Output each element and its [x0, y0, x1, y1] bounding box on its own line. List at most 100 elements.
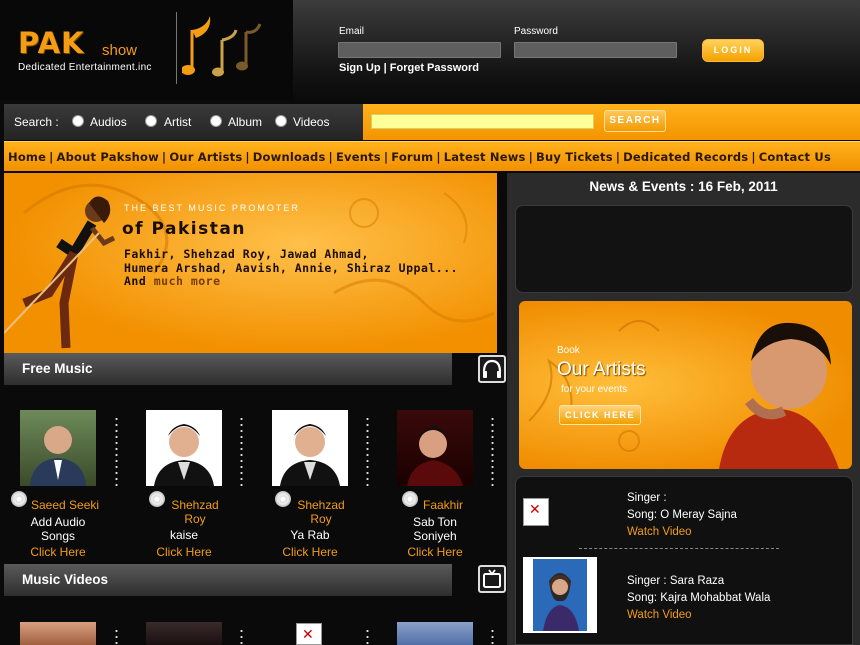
main-nav: Home | About Pakshow | Our Artists | Downloads… — [4, 141, 860, 171]
account-links: Sign Up | Forget Password — [339, 62, 479, 74]
video-entry-2: Singer : Sara Raza Song: Kajra Mohabbat … — [627, 573, 770, 624]
login-button[interactable]: LOGIN — [702, 39, 764, 62]
radio-artist[interactable] — [145, 115, 157, 127]
news-events-box — [515, 205, 853, 293]
radio-audios[interactable] — [72, 115, 84, 127]
thumbnail-shehzad-roy-2[interactable] — [272, 410, 348, 486]
search-label: Search : — [14, 115, 59, 129]
nav-forum[interactable]: Forum — [391, 150, 433, 164]
broken-image-icon[interactable] — [523, 498, 549, 526]
news-events-title: News & Events : 16 Feb, 2011 — [589, 179, 778, 194]
logo-divider — [176, 12, 177, 84]
tile-divider — [240, 416, 243, 486]
password-field[interactable] — [514, 42, 677, 58]
nav-latest-news[interactable]: Latest News — [444, 150, 526, 164]
email-field[interactable] — [338, 42, 501, 58]
tile-divider — [491, 416, 494, 486]
radio-label-album: Album — [228, 115, 263, 129]
tile-artist[interactable]: Shehzad Roy — [294, 498, 348, 526]
tile-click-here[interactable]: Click Here — [395, 545, 475, 559]
tv-icon[interactable] — [478, 565, 506, 593]
tile-click-here[interactable]: Click Here — [144, 545, 224, 559]
free-music-header: Free Music — [4, 353, 452, 385]
free-music-title: Free Music — [22, 361, 93, 376]
thumbnail-faakhir[interactable] — [397, 410, 473, 486]
book-title: Our Artists — [557, 359, 646, 380]
tile-artist[interactable]: Saeed Seeki — [31, 498, 111, 512]
signup-link[interactable]: Sign Up — [339, 62, 381, 74]
hero-more-link: much more — [153, 274, 221, 288]
cd-icon — [402, 491, 418, 507]
video-thumbnail[interactable] — [397, 622, 473, 645]
video-separator — [579, 548, 779, 549]
nav-events[interactable]: Events — [336, 150, 381, 164]
video-song: Song: Kajra Mohabbat Wala — [627, 592, 771, 604]
logo-tagline: Dedicated Entertainment.inc — [18, 62, 152, 73]
watch-video-link[interactable]: Watch Video — [627, 607, 770, 624]
broken-image-icon[interactable] — [296, 623, 322, 645]
nav-buy-tickets[interactable]: Buy Tickets — [536, 150, 613, 164]
password-label: Password — [514, 26, 558, 37]
tile-click-here[interactable]: Click Here — [270, 545, 350, 559]
watch-video-link[interactable]: Watch Video — [627, 524, 737, 541]
tile-divider — [491, 628, 494, 645]
video-thumbnail[interactable] — [146, 622, 222, 645]
right-column: News & Events : 16 Feb, 2011 Book Our Ar… — [507, 173, 860, 645]
video-song: Song: O Meray Sajna — [627, 509, 737, 521]
radio-videos[interactable] — [275, 115, 287, 127]
nav-contact-us[interactable]: Contact Us — [759, 150, 831, 164]
email-label: Email — [339, 26, 365, 37]
search-options: Search : Audios Artist Album Videos — [4, 104, 363, 140]
tile-song: kaise — [169, 528, 198, 542]
logo[interactable]: PAK show Dedicated Entertainment.inc — [0, 0, 293, 100]
thumbnail-shehzad-roy[interactable] — [146, 410, 222, 486]
headphones-icon[interactable] — [478, 355, 506, 383]
book-subtitle: for your events — [561, 384, 628, 395]
tile-divider — [115, 628, 118, 645]
hero-names-line-1: Fakhir, Shehzad Roy, Jawad Ahmad, — [124, 247, 369, 261]
forgot-password-link[interactable]: Forget Password — [390, 62, 479, 74]
tile-divider — [366, 628, 369, 645]
search-bar: Search : Audios Artist Album Videos SEAR… — [4, 104, 860, 140]
music-videos-title: Music Videos — [22, 572, 109, 587]
tile-artist[interactable]: Faakhir — [423, 498, 483, 512]
radio-album[interactable] — [210, 115, 222, 127]
thumbnail-saeed-seeki[interactable] — [20, 410, 96, 486]
page: PAK show Dedicated Entertainment.inc Ema… — [0, 0, 860, 645]
book-click-here-button[interactable]: CLICK HERE — [559, 405, 641, 425]
hero-caption: THE BEST MUSIC PROMOTER — [124, 203, 300, 213]
music-videos-header: Music Videos — [4, 564, 452, 596]
hero-artist-list: Fakhir, Shehzad Roy, Jawad Ahmad, Humera… — [124, 247, 484, 289]
nav-dedicated-records[interactable]: Dedicated Records — [623, 150, 748, 164]
tile-click-here[interactable]: Click Here — [18, 545, 98, 559]
book-small-label: Book — [557, 345, 580, 356]
video-thumbnail-sara-raza[interactable] — [523, 557, 597, 633]
search-input-area: SEARCH — [363, 104, 860, 140]
cd-icon — [149, 491, 165, 507]
nav-items: Home | About Pakshow | Our Artists | Downloads… — [8, 150, 832, 164]
logo-sub-text: show — [102, 42, 138, 59]
nav-about[interactable]: About Pakshow — [57, 150, 159, 164]
header: PAK show Dedicated Entertainment.inc Ema… — [0, 0, 860, 100]
cd-icon — [275, 491, 291, 507]
search-input[interactable] — [371, 114, 594, 129]
latest-videos-box: Singer : Song: O Meray Sajna Watch Video… — [515, 476, 853, 645]
music-notes-icon — [182, 16, 262, 77]
video-singer: Singer : Sara Raza — [627, 575, 725, 587]
tile-artist[interactable]: Shehzad Roy — [168, 498, 222, 526]
nav-downloads[interactable]: Downloads — [253, 150, 326, 164]
logo-main-text: PAK — [18, 26, 85, 60]
cd-icon — [11, 491, 27, 507]
book-artists-banner[interactable]: Book Our Artists for your events CLICK H… — [519, 301, 852, 469]
nav-our-artists[interactable]: Our Artists — [169, 150, 242, 164]
performer-image — [4, 196, 116, 349]
nav-home[interactable]: Home — [8, 150, 46, 164]
hero-banner[interactable]: THE BEST MUSIC PROMOTER of Pakistan Fakh… — [4, 173, 497, 353]
account-links-separator: | — [383, 62, 387, 74]
radio-label-videos: Videos — [293, 115, 330, 129]
tile-divider — [240, 628, 243, 645]
hero-names-line-2: Humera Arshad, Aavish, Annie, Shiraz Upp… — [124, 260, 459, 275]
search-button[interactable]: SEARCH — [604, 110, 666, 132]
video-thumbnail[interactable] — [20, 622, 96, 645]
radio-label-audios: Audios — [90, 115, 127, 129]
